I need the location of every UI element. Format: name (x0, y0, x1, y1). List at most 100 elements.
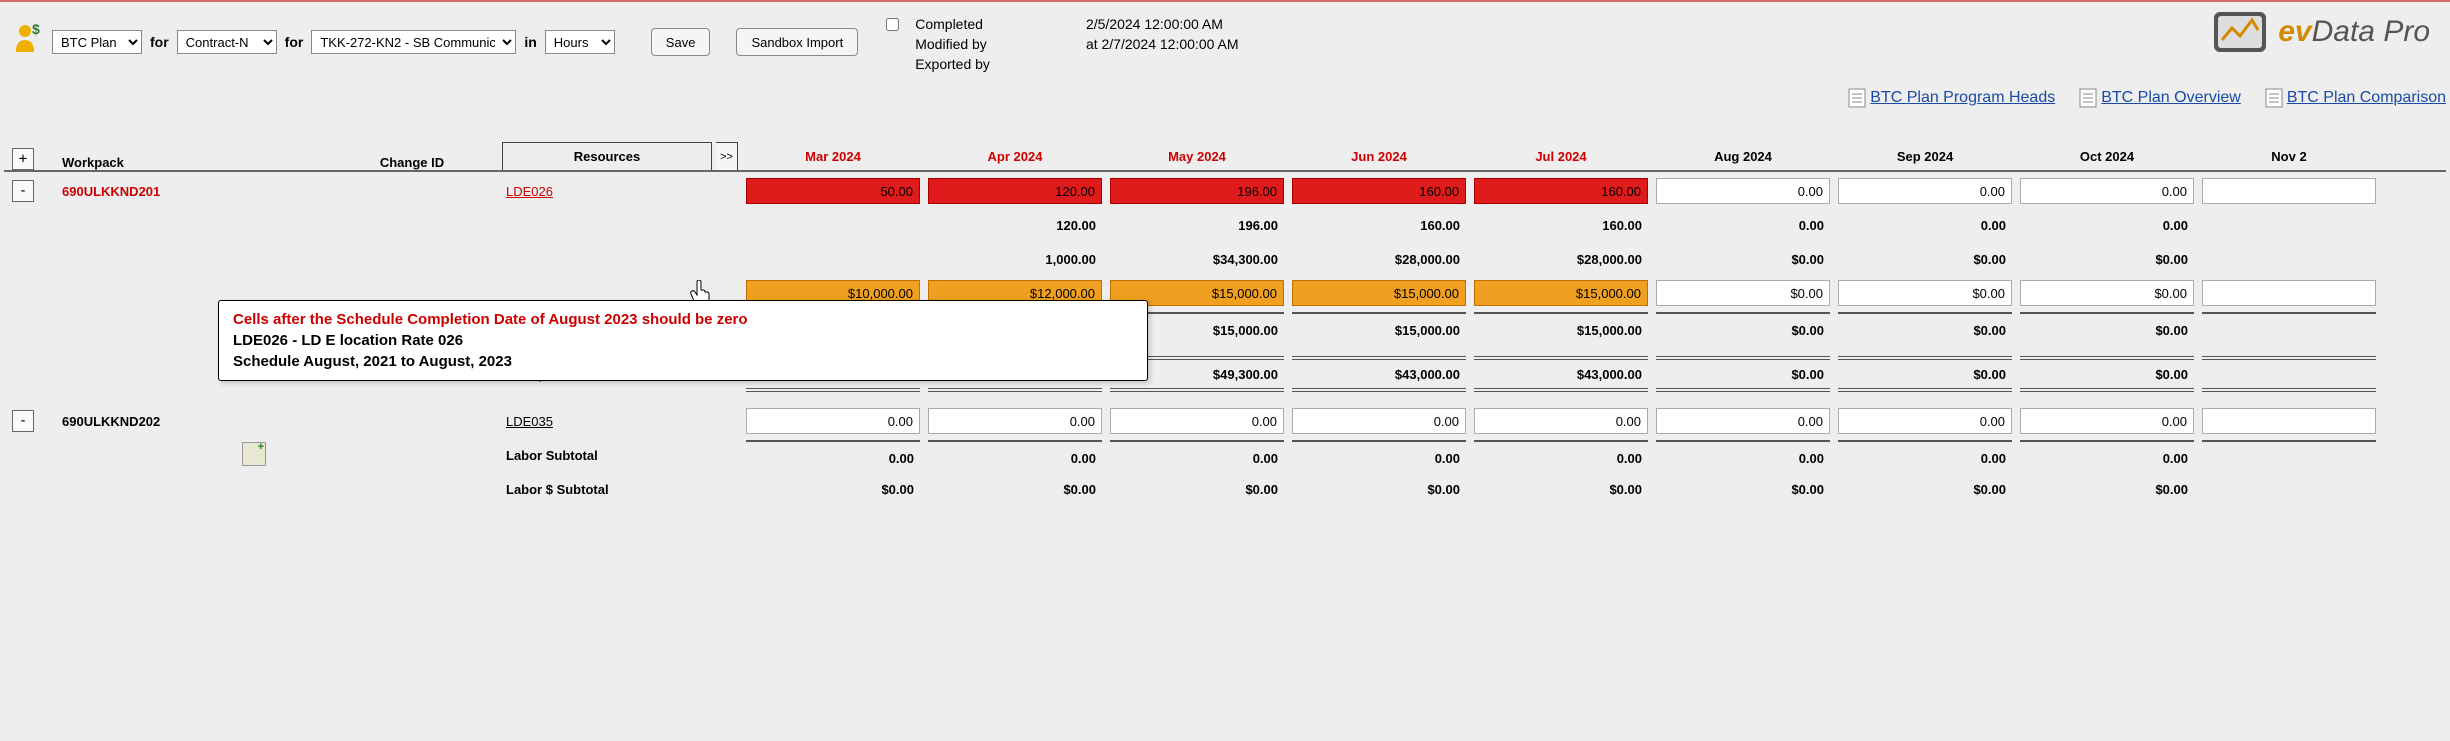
resource-link[interactable]: LDE026 (506, 184, 553, 199)
modified-label: Modified by (915, 36, 990, 52)
document-icon (2265, 88, 2283, 108)
plan-select[interactable]: BTC Plan (52, 30, 142, 54)
value-input[interactable] (2202, 280, 2376, 306)
value-input[interactable] (1292, 178, 1466, 204)
value-cell: 160.00 (1292, 212, 1466, 238)
collapse-button[interactable]: - (12, 410, 34, 432)
comparison-link[interactable]: BTC Plan Comparison (2287, 89, 2446, 107)
for-label-2: for (285, 34, 304, 50)
value-cell: 0.00 (928, 440, 1102, 470)
value-cell: $0.00 (1292, 476, 1466, 502)
value-cell: $0.00 (2020, 356, 2194, 392)
project-select[interactable]: TKK-272-KN2 - SB Communic (311, 30, 516, 54)
workpack-link[interactable]: 690ULKKND201 (62, 184, 160, 199)
value-input[interactable] (1838, 178, 2012, 204)
workpack-header: Workpack (42, 155, 322, 170)
month-header: Aug 2024 (1652, 149, 1834, 170)
table-row: 1,000.00$34,300.00$28,000.00$28,000.00$0… (4, 240, 2446, 274)
tooltip-resource: LDE026 - LD E location Rate 026 (233, 332, 1133, 349)
value-cell: 0.00 (1838, 440, 2012, 470)
value-input[interactable] (1292, 408, 1466, 434)
value-cell: $0.00 (1656, 312, 1830, 342)
value-input[interactable] (1656, 280, 1830, 306)
value-cell: $28,000.00 (1292, 246, 1466, 272)
value-input[interactable] (2020, 178, 2194, 204)
value-cell: $0.00 (1838, 476, 2012, 502)
value-input[interactable] (2202, 408, 2376, 434)
value-input[interactable] (928, 178, 1102, 204)
value-cell: $43,000.00 (1292, 356, 1466, 392)
completed-checkbox[interactable] (886, 18, 899, 31)
value-cell: 0.00 (1474, 440, 1648, 470)
value-input[interactable] (2020, 280, 2194, 306)
svg-text:$: $ (32, 22, 40, 37)
value-input[interactable] (1292, 280, 1466, 306)
workpack-link[interactable]: 690ULKKND202 (62, 414, 160, 429)
save-button[interactable]: Save (651, 28, 711, 56)
value-cell: $15,000.00 (1292, 312, 1466, 342)
value-cell: 160.00 (1474, 212, 1648, 238)
month-header: Nov 2 (2198, 149, 2380, 170)
value-cell: 0.00 (1656, 212, 1830, 238)
collapse-button[interactable]: - (12, 180, 34, 202)
timestamp-2: at 2/7/2024 12:00:00 AM (1086, 36, 1239, 52)
report-links: BTC Plan Program Heads BTC Plan Overview… (1848, 88, 2446, 108)
value-cell: $0.00 (2020, 246, 2194, 272)
program-heads-link[interactable]: BTC Plan Program Heads (1870, 89, 2055, 107)
month-header: Mar 2024 (742, 149, 924, 170)
table-row: 120.00196.00160.00160.000.000.000.00 (4, 206, 2446, 240)
value-input[interactable] (746, 408, 920, 434)
value-input[interactable] (1474, 178, 1648, 204)
value-input[interactable] (1838, 408, 2012, 434)
value-input[interactable] (2202, 178, 2376, 204)
value-input[interactable] (2020, 408, 2194, 434)
add-resource-icon[interactable] (242, 442, 266, 466)
value-cell (2202, 476, 2376, 502)
expand-all-button[interactable]: + (12, 148, 34, 170)
document-icon (2079, 88, 2097, 108)
value-cell: 196.00 (1110, 212, 1284, 238)
resource-link[interactable]: LDE035 (506, 414, 553, 429)
value-cell (2202, 246, 2376, 272)
for-label-1: for (150, 34, 169, 50)
value-cell: 0.00 (746, 440, 920, 470)
grid-header: + Workpack Change ID Resources >> Mar 20… (4, 140, 2446, 172)
unit-select[interactable]: Hours (545, 30, 615, 54)
value-input[interactable] (1656, 408, 1830, 434)
month-header: May 2024 (1106, 149, 1288, 170)
completed-label: Completed (915, 16, 990, 32)
month-header: Jun 2024 (1288, 149, 1470, 170)
value-input[interactable] (1656, 178, 1830, 204)
toolbar: $ BTC Plan for Contract-N for TKK-272-KN… (0, 0, 2450, 80)
value-cell: $0.00 (1110, 476, 1284, 502)
value-input[interactable] (1110, 178, 1284, 204)
exported-label: Exported by (915, 56, 990, 72)
value-input[interactable] (1474, 408, 1648, 434)
change-id-header: Change ID (322, 155, 502, 170)
value-cell: 0.00 (1838, 212, 2012, 238)
value-cell: 0.00 (2020, 212, 2194, 238)
value-cell (2202, 312, 2376, 342)
overview-link[interactable]: BTC Plan Overview (2101, 89, 2241, 107)
value-cell (2202, 356, 2376, 392)
value-input[interactable] (928, 408, 1102, 434)
value-input[interactable] (1110, 408, 1284, 434)
brand-icon (2212, 10, 2268, 54)
value-cell: $28,000.00 (1474, 246, 1648, 272)
value-input[interactable] (1474, 280, 1648, 306)
value-cell: $0.00 (1838, 356, 2012, 392)
sandbox-import-button[interactable]: Sandbox Import (736, 28, 858, 56)
value-input[interactable] (1838, 280, 2012, 306)
brand-logo: evData Pro (2212, 10, 2430, 54)
expand-resources-button[interactable]: >> (716, 142, 738, 170)
value-cell: $34,300.00 (1110, 246, 1284, 272)
value-cell: $0.00 (1838, 312, 2012, 342)
labor-dollar-subtotal-label: Labor $ Subtotal (506, 482, 609, 497)
contract-select[interactable]: Contract-N (177, 30, 277, 54)
value-cell: $0.00 (1656, 356, 1830, 392)
subtotal-row: Labor $ Subtotal $0.00$0.00$0.00$0.00$0.… (4, 470, 2446, 504)
meta-info: Completed Modified by Exported by 2/5/20… (886, 16, 1238, 72)
value-cell: $0.00 (1656, 476, 1830, 502)
value-cell: $15,000.00 (1474, 312, 1648, 342)
value-input[interactable] (746, 178, 920, 204)
